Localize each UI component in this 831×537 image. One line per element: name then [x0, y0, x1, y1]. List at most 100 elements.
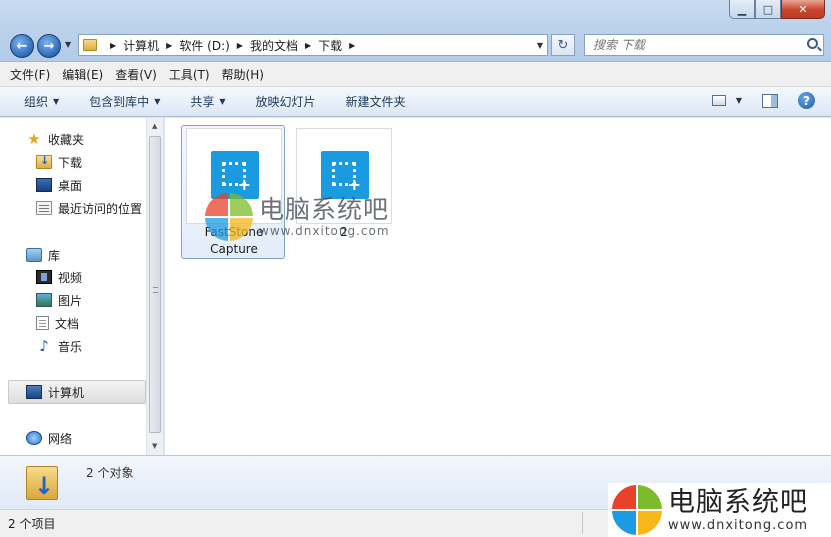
address-bar[interactable]: ▶ 计算机 ▶ 软件 (D:) ▶ 我的文档 ▶ 下载 ▶ ▼: [78, 34, 548, 56]
window-title-region: ▁ □ ✕ ← → ▼ ▶ 计算机 ▶ 软件 (D:) ▶ 我的文档 ▶ 下载 …: [0, 0, 831, 62]
chevron-down-icon: ▼: [219, 97, 226, 106]
watermark-corner: 电脑系统吧 www.dnxitong.com: [608, 483, 831, 537]
file-name-line: Capture: [210, 242, 258, 256]
watermark-url: www.dnxitong.com: [668, 517, 809, 533]
status-divider: [582, 512, 583, 534]
sidebar-item-music[interactable]: ♪ 音乐: [36, 336, 82, 356]
minimize-button[interactable]: ▁: [729, 0, 755, 19]
sidebar-item-computer[interactable]: 计算机: [8, 380, 146, 404]
sidebar-item-libraries[interactable]: 库: [26, 245, 60, 265]
sidebar-item-pictures[interactable]: 图片: [36, 290, 82, 310]
back-button[interactable]: ←: [10, 34, 34, 58]
sidebar-item-network[interactable]: 网络: [26, 428, 72, 448]
sidebar-item-label: 音乐: [58, 339, 83, 354]
sidebar-item-label: 计算机: [48, 385, 85, 400]
breadcrumb-downloads[interactable]: 下载: [318, 37, 342, 54]
change-view-icon[interactable]: [711, 95, 726, 106]
plus-icon: +: [347, 175, 361, 194]
menu-view[interactable]: 查看(V): [115, 66, 157, 83]
breadcrumb-my-documents[interactable]: 我的文档: [250, 37, 298, 54]
windows-logo-icon: [612, 485, 662, 535]
sidebar-item-label: 最近访问的位置: [58, 201, 143, 216]
breadcrumb-separator-icon[interactable]: ▶: [305, 41, 311, 50]
preview-pane-icon[interactable]: [762, 93, 778, 108]
library-icon: [26, 248, 42, 262]
slideshow-button[interactable]: 放映幻灯片: [256, 93, 316, 110]
include-in-library-label: 包含到库中: [89, 95, 150, 109]
file-thumbnail: +: [186, 128, 282, 224]
star-icon: ★: [27, 130, 41, 148]
maximize-icon: □: [762, 2, 774, 16]
breadcrumb-separator-icon[interactable]: ▶: [349, 41, 355, 50]
sidebar-item-label: 桌面: [58, 178, 83, 193]
sidebar-item-favorites[interactable]: ★ 收藏夹: [26, 129, 84, 149]
organize-button[interactable]: 组织 ▼: [24, 93, 59, 110]
sidebar-item-desktop[interactable]: 桌面: [36, 175, 82, 195]
close-button[interactable]: ✕: [781, 0, 825, 19]
share-label: 共享: [190, 95, 215, 109]
file-item-faststone[interactable]: + FastStone Capture: [181, 125, 285, 259]
scroll-up-icon[interactable]: ▲: [152, 122, 157, 130]
breadcrumb-separator-icon[interactable]: ▶: [237, 41, 243, 50]
object-count: 2 个对象: [86, 466, 134, 480]
address-dropdown-icon[interactable]: ▼: [537, 41, 543, 50]
search-icon[interactable]: [807, 38, 818, 49]
close-icon: ✕: [798, 2, 808, 16]
sidebar-item-label: 文档: [55, 316, 80, 331]
toolbar-right: ▼ ?: [711, 92, 815, 109]
file-item-2[interactable]: + 2: [291, 125, 395, 259]
search-box[interactable]: [584, 34, 824, 56]
scroll-down-icon[interactable]: ▼: [152, 442, 157, 450]
maximize-button[interactable]: □: [755, 0, 781, 19]
sidebar-item-documents[interactable]: 文档: [36, 313, 79, 333]
view-options-dropdown-icon[interactable]: ▼: [736, 96, 742, 105]
faststone-capture-icon: +: [211, 151, 259, 199]
menu-edit[interactable]: 编辑(E): [62, 66, 103, 83]
menu-file[interactable]: 文件(F): [10, 66, 50, 83]
sidebar-item-label: 库: [48, 248, 61, 263]
slideshow-label: 放映幻灯片: [255, 95, 316, 109]
window-controls: ▁ □ ✕: [729, 0, 825, 20]
music-note-icon: ♪: [39, 337, 49, 355]
sidebar-item-videos[interactable]: 视频: [36, 267, 82, 287]
network-icon: [26, 431, 42, 445]
menu-bar: 文件(F) 编辑(E) 查看(V) 工具(T) 帮助(H): [0, 62, 831, 87]
refresh-button[interactable]: ↻: [551, 34, 575, 56]
faststone-capture-icon: +: [321, 151, 369, 199]
help-icon[interactable]: ?: [798, 92, 815, 109]
forward-button[interactable]: →: [37, 34, 61, 58]
breadcrumb-drive-d[interactable]: 软件 (D:): [179, 37, 229, 54]
file-name-line: 2: [340, 225, 348, 239]
navigation-pane: ★ 收藏夹 下载 桌面 最近访问的位置 库 视频 图片 文档 ♪ 音乐 计算机 网络…: [0, 118, 164, 455]
new-folder-button[interactable]: 新建文件夹: [346, 93, 406, 110]
share-button[interactable]: 共享 ▼: [190, 93, 225, 110]
watermark-title: 电脑系统吧: [668, 486, 808, 518]
document-icon: [36, 316, 49, 330]
navigation-scrollbar[interactable]: ▲ ▼: [146, 118, 163, 455]
downloads-folder-large-icon: ↓: [26, 462, 62, 502]
search-input[interactable]: [585, 35, 795, 55]
pictures-icon: [36, 293, 52, 307]
sidebar-item-label: 视频: [58, 270, 83, 285]
chevron-down-icon: ▼: [53, 97, 60, 106]
chevron-down-icon: ▼: [154, 97, 161, 106]
sidebar-item-label: 网络: [48, 431, 73, 446]
forward-arrow-icon: →: [43, 38, 55, 54]
file-thumbnail: +: [296, 128, 392, 224]
recent-pages-dropdown-icon[interactable]: ▼: [65, 40, 71, 49]
menu-tools[interactable]: 工具(T): [169, 66, 210, 83]
sidebar-item-label: 收藏夹: [48, 132, 85, 147]
file-list[interactable]: + FastStone Capture + 2: [165, 118, 831, 455]
include-in-library-button[interactable]: 包含到库中 ▼: [89, 93, 160, 110]
breadcrumb-computer[interactable]: 计算机: [123, 37, 159, 54]
breadcrumb-separator-icon[interactable]: ▶: [110, 41, 116, 50]
sidebar-item-downloads[interactable]: 下载: [36, 152, 82, 172]
menu-help[interactable]: 帮助(H): [222, 66, 264, 83]
breadcrumb-separator-icon[interactable]: ▶: [166, 41, 172, 50]
file-name-line: FastStone: [204, 225, 264, 239]
command-bar: 组织 ▼ 包含到库中 ▼ 共享 ▼ 放映幻灯片 新建文件夹 ▼ ?: [0, 87, 831, 117]
sidebar-item-recent[interactable]: 最近访问的位置: [36, 198, 142, 218]
sidebar-item-label: 图片: [58, 293, 83, 308]
minimize-icon: ▁: [737, 2, 747, 16]
scrollbar-thumb[interactable]: [149, 136, 161, 433]
